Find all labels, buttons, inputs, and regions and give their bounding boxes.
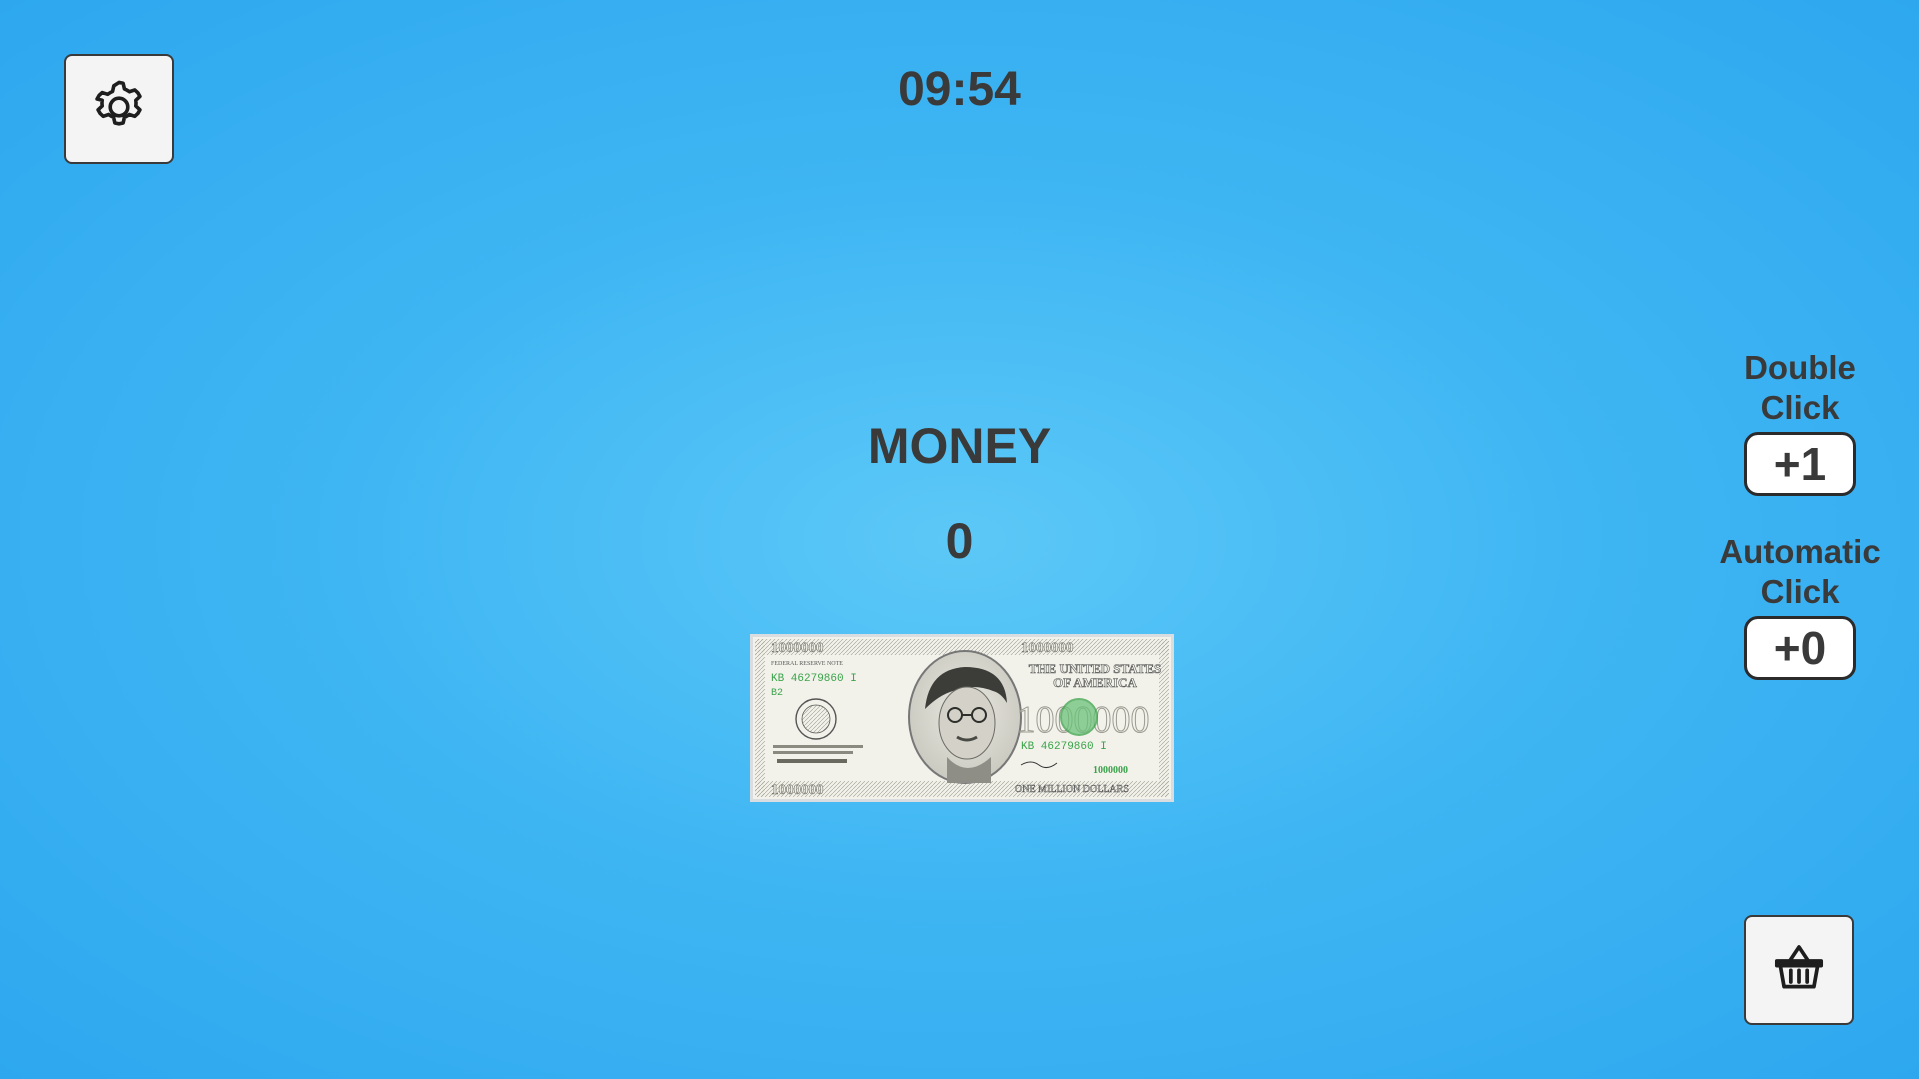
note-country-line1: THE UNITED STATES [1029,661,1161,676]
double-click-upgrade: Double Click +1 [1690,348,1910,496]
note-green-denom: 1000000 [1093,765,1128,776]
countdown-timer: 09:54 [898,63,1021,116]
automatic-click-button[interactable]: +0 [1744,616,1856,680]
note-bottom-text: ONE MILLION DOLLARS [1015,784,1129,795]
double-click-label-line1: Double [1744,349,1856,386]
note-denom-bottom-left: 1000000 [771,782,824,798]
note-denom-top-right: 1000000 [1021,640,1074,656]
note-serial-right: KB 46279860 I [1021,741,1107,753]
note-serial-left: KB 46279860 I [771,673,857,685]
note-left-border [755,639,765,797]
automatic-click-upgrade: Automatic Click +0 [1690,532,1910,680]
automatic-click-label-line1: Automatic [1719,533,1881,570]
note-series-code: B2 [771,688,783,699]
note-header: FEDERAL RESERVE NOTE [771,661,843,667]
banknote-click-target[interactable]: 1000000 1000000 FEDERAL RESERVE NOTE KB … [750,634,1174,802]
double-click-label-line2: Click [1760,389,1840,426]
note-denom-top-left: 1000000 [771,640,824,656]
note-country-line2: OF AMERICA [1053,675,1137,690]
note-green-seal [1060,698,1098,736]
shop-button[interactable] [1744,915,1854,1025]
money-counter: 0 [945,513,974,569]
money-title: MONEY [867,418,1052,474]
double-click-button[interactable]: +1 [1744,432,1856,496]
automatic-click-label-line2: Click [1760,573,1840,610]
basket-icon [1771,940,1827,1001]
